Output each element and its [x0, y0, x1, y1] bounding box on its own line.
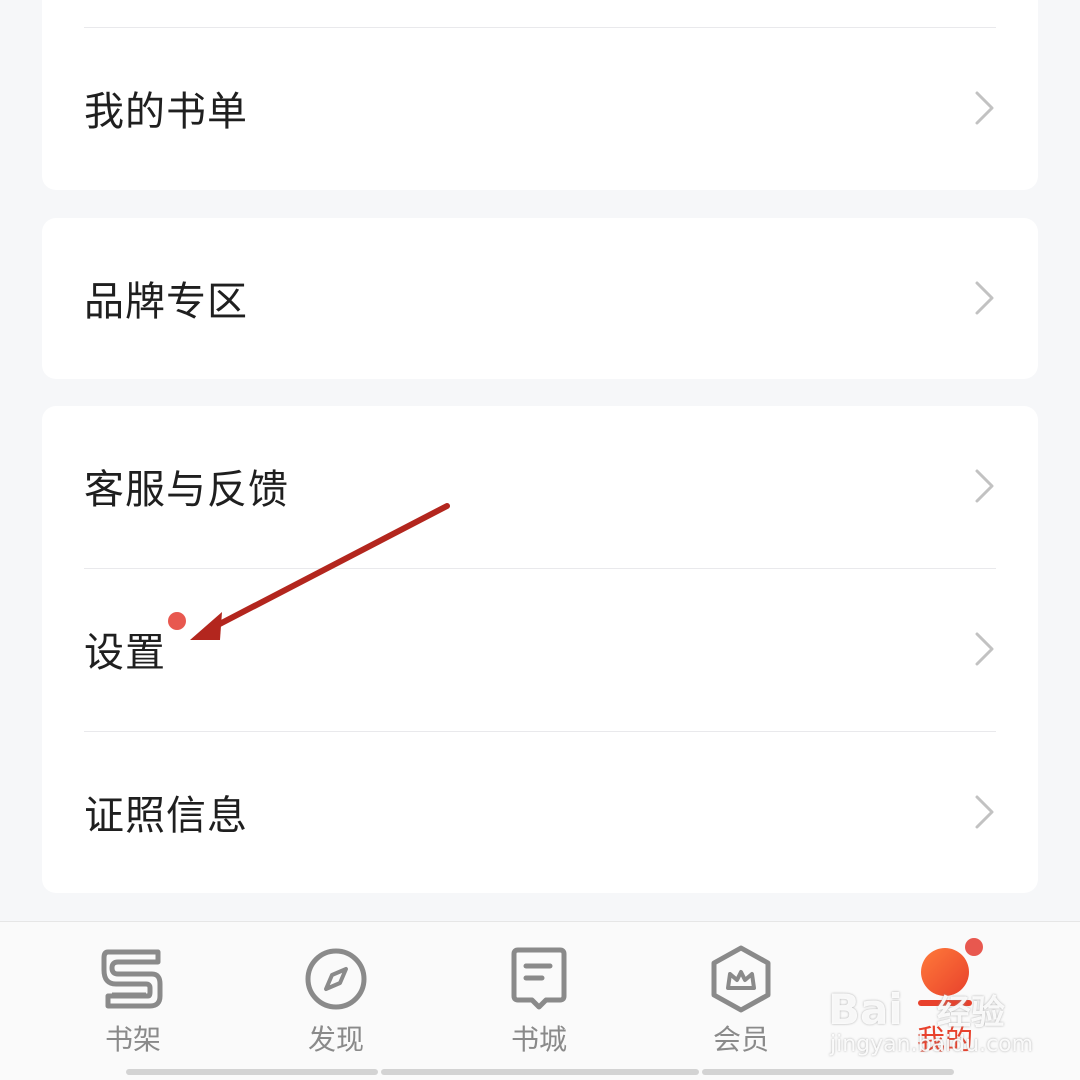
chevron-right-icon [975, 632, 994, 666]
watermark-brand: Bai [828, 985, 903, 1034]
chevron-right-icon [975, 91, 994, 125]
tab-membership[interactable]: 会员 [641, 922, 841, 1062]
card-my-booklist: 我的书单 [42, 0, 1038, 190]
card-brand-zone: 品牌专区 [42, 218, 1038, 379]
bookshelf-icon [101, 949, 163, 1009]
watermark-logo: Bai 经验 [828, 985, 1005, 1034]
tab-bookstore[interactable]: 书城 [439, 922, 639, 1062]
card-service-settings: 客服与反馈 设置 证照信息 [42, 406, 1038, 893]
tab-bookshelf[interactable]: 书架 [33, 922, 233, 1062]
menu-item-settings[interactable]: 设置 [84, 569, 996, 729]
menu-item-label: 证照信息 [84, 793, 248, 839]
tab-label: 书架 [104, 1023, 161, 1056]
tab-label: 发现 [307, 1023, 364, 1056]
chevron-right-icon [975, 281, 994, 315]
chevron-right-icon [975, 469, 994, 503]
watermark-url: jingyan.baidu.com [830, 1032, 1034, 1057]
tab-label: 书城 [510, 1023, 567, 1056]
profile-page: 我的书单 品牌专区 客服与反馈 设置 证照信息 书架 发现 书城 会员 我的 B… [0, 0, 1080, 1080]
book-store-icon [511, 947, 567, 1010]
tab-discover[interactable]: 发现 [236, 922, 436, 1062]
menu-item-my-booklist[interactable]: 我的书单 [84, 28, 996, 188]
menu-item-label: 设置 [84, 630, 166, 676]
menu-item-label: 客服与反馈 [84, 467, 289, 513]
compass-icon [305, 948, 367, 1010]
menu-item-customer-service[interactable]: 客服与反馈 [84, 406, 996, 566]
settings-badge-dot [168, 612, 186, 630]
scroll-indicator [126, 1069, 378, 1075]
scroll-indicator [381, 1069, 699, 1075]
menu-item-label: 我的书单 [84, 89, 248, 135]
scroll-indicator [702, 1069, 954, 1075]
menu-item-brand-zone[interactable]: 品牌专区 [84, 218, 996, 378]
crown-hexagon-icon [711, 945, 771, 1013]
watermark-brand-cn: 经验 [936, 993, 1005, 1033]
tab-label: 会员 [712, 1023, 769, 1056]
menu-item-label: 品牌专区 [84, 279, 248, 325]
chevron-right-icon [975, 795, 994, 829]
tab-mine-badge-dot [965, 938, 983, 956]
menu-item-license-info[interactable]: 证照信息 [84, 732, 996, 892]
